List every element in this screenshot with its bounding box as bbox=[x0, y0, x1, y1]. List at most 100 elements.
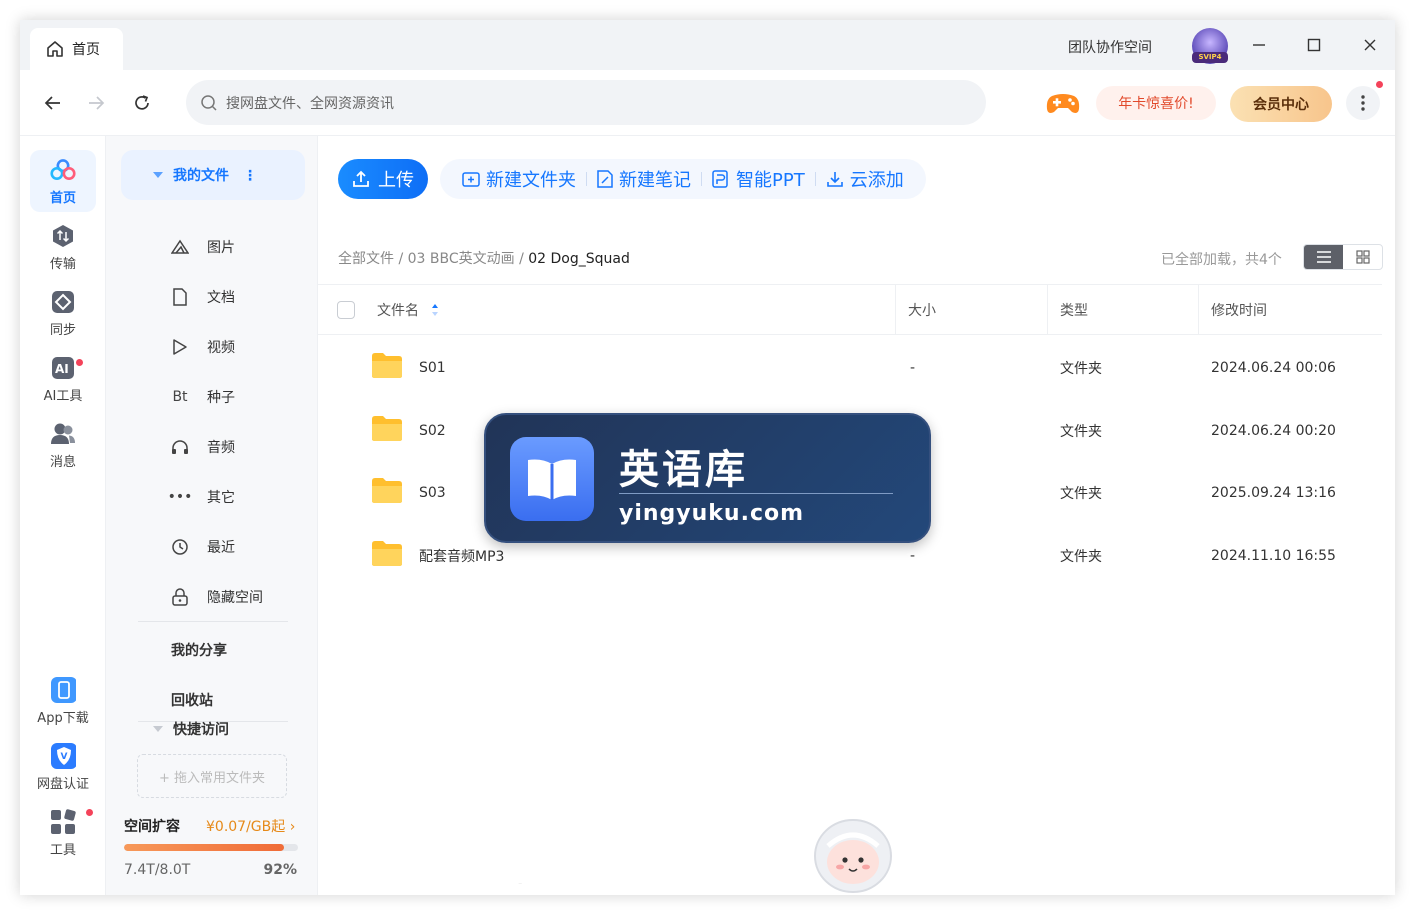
rail-label: 消息 bbox=[49, 454, 76, 470]
new-folder-icon bbox=[462, 172, 480, 187]
sidebar-item-images[interactable]: 图片 bbox=[170, 232, 235, 262]
document-icon bbox=[170, 287, 190, 307]
my-files-menu-icon[interactable]: ⋮ bbox=[243, 168, 257, 184]
breadcrumb-root[interactable]: 全部文件 bbox=[338, 251, 394, 267]
breadcrumb-current: 02 Dog_Squad bbox=[528, 251, 630, 267]
new-note-button[interactable]: 新建笔记 bbox=[587, 166, 701, 192]
smart-ppt-button[interactable]: 智能PPT bbox=[702, 166, 815, 192]
sync-icon bbox=[50, 289, 76, 315]
forward-button[interactable] bbox=[83, 90, 109, 116]
grid-view-button[interactable] bbox=[1343, 245, 1382, 269]
cloud-home-icon bbox=[50, 157, 76, 183]
upload-label: 上传 bbox=[378, 170, 414, 191]
list-view-button[interactable] bbox=[1304, 245, 1343, 269]
folder-icon bbox=[372, 353, 402, 378]
rail-item-transfer[interactable]: 传输 bbox=[30, 216, 96, 278]
quick-access-dropzone[interactable]: + 拖入常用文件夹 bbox=[137, 754, 287, 798]
vip-center-button[interactable]: 会员中心 bbox=[1230, 86, 1332, 122]
file-list-area: 上传 新建文件夹 新建笔记 智能PPT 云添加 全部文件 / 03 BBC英文动… bbox=[318, 136, 1395, 895]
file-size: - bbox=[910, 359, 916, 376]
sidebar-item-torrent[interactable]: Bt 种子 bbox=[170, 382, 235, 412]
new-note-label: 新建笔记 bbox=[619, 170, 691, 191]
sidebar-item-audio[interactable]: 音频 bbox=[170, 432, 235, 462]
rail-item-home[interactable]: 首页 bbox=[30, 150, 96, 212]
mascot-icon[interactable] bbox=[808, 816, 898, 895]
minimize-icon bbox=[1253, 44, 1265, 46]
action-toolbar: 上传 新建文件夹 新建笔记 智能PPT 云添加 bbox=[338, 158, 926, 200]
maximize-button[interactable] bbox=[1303, 34, 1325, 56]
file-type: 文件夹 bbox=[1060, 423, 1102, 440]
note-icon bbox=[597, 170, 613, 188]
rail-item-verify[interactable]: V 网盘认证 bbox=[30, 736, 96, 798]
search-icon bbox=[201, 94, 217, 111]
file-modified: 2024.06.24 00:06 bbox=[1211, 359, 1336, 376]
cloud-add-button[interactable]: 云添加 bbox=[816, 166, 914, 192]
more-vertical-icon bbox=[1361, 95, 1365, 111]
torrent-icon: Bt bbox=[172, 389, 188, 405]
sidebar-item-hidden-space[interactable]: 隐藏空间 bbox=[170, 582, 263, 612]
gamepad-icon[interactable] bbox=[1046, 90, 1080, 116]
storage-progress-bar bbox=[124, 844, 298, 851]
tab-home[interactable]: 首页 bbox=[30, 28, 123, 70]
space-price-link[interactable]: ¥0.07/GB起 › bbox=[206, 816, 295, 836]
breadcrumb-level1[interactable]: 03 BBC英文动画 bbox=[408, 251, 515, 267]
home-icon bbox=[47, 41, 63, 57]
ai-tools-dot bbox=[75, 358, 84, 367]
sidebar-item-documents[interactable]: 文档 bbox=[170, 282, 235, 312]
app-window: 首页 团队协作空间 SVIP4 搜网盘文件、全网资源资讯 年卡惊喜价! 会员中心… bbox=[20, 20, 1395, 895]
svg-text:AI: AI bbox=[55, 362, 69, 376]
watermark-ghost: - bbox=[518, 876, 523, 890]
column-filename[interactable]: 文件名 bbox=[377, 285, 439, 334]
sort-icon bbox=[432, 303, 438, 316]
table-row[interactable]: S01 - 文件夹 2024.06.24 00:06 bbox=[318, 336, 1382, 399]
more-menu-button[interactable] bbox=[1346, 86, 1380, 120]
rail-item-ai-tools[interactable]: AI AI工具 bbox=[30, 348, 96, 410]
phone-icon bbox=[50, 676, 76, 703]
file-type: 文件夹 bbox=[1060, 548, 1102, 565]
quick-access-header[interactable]: 快捷访问 bbox=[153, 719, 229, 739]
load-status: 已全部加载，共4个 bbox=[1161, 252, 1282, 268]
column-size[interactable]: 大小 bbox=[908, 285, 936, 334]
file-name[interactable]: S01 bbox=[419, 336, 446, 399]
rail-item-app-download[interactable]: App下载 bbox=[30, 670, 96, 732]
refresh-button[interactable] bbox=[129, 90, 155, 116]
file-name[interactable]: S02 bbox=[419, 399, 446, 462]
space-expand-label: 空间扩容 bbox=[124, 819, 180, 835]
refresh-icon bbox=[135, 95, 149, 110]
notification-dot bbox=[1375, 80, 1384, 89]
my-files-item[interactable]: 我的文件 ⋮ bbox=[121, 150, 305, 200]
my-share-link[interactable]: 我的分享 bbox=[171, 640, 227, 660]
sidebar-item-label: 图片 bbox=[207, 240, 235, 256]
recycle-bin-link[interactable]: 回收站 bbox=[171, 690, 213, 710]
upload-button[interactable]: 上传 bbox=[338, 159, 428, 199]
new-folder-button[interactable]: 新建文件夹 bbox=[452, 166, 586, 192]
rail-label: 工具 bbox=[49, 842, 76, 858]
video-icon bbox=[170, 337, 190, 357]
expand-caret-icon bbox=[153, 172, 163, 178]
annual-card-promo[interactable]: 年卡惊喜价! bbox=[1096, 86, 1216, 120]
team-space-link[interactable]: 团队协作空间 bbox=[1068, 37, 1152, 57]
watermark-divider bbox=[619, 493, 893, 494]
storage-usage-percent: 92% bbox=[263, 862, 297, 878]
column-type[interactable]: 类型 bbox=[1060, 285, 1088, 334]
column-modified[interactable]: 修改时间 bbox=[1211, 285, 1267, 334]
rail-item-sync[interactable]: 同步 bbox=[30, 282, 96, 344]
rail-label: 传输 bbox=[49, 256, 76, 272]
folder-icon bbox=[372, 478, 402, 503]
minimize-button[interactable] bbox=[1248, 34, 1270, 56]
sidebar-item-other[interactable]: ••• 其它 bbox=[168, 482, 235, 512]
image-icon bbox=[170, 237, 190, 257]
close-button[interactable] bbox=[1359, 34, 1381, 56]
my-files-label: 我的文件 bbox=[173, 168, 229, 184]
lock-icon bbox=[170, 587, 190, 607]
rail-item-messages[interactable]: 消息 bbox=[30, 414, 96, 476]
watermark-title: 英语库 bbox=[619, 447, 748, 493]
file-name[interactable]: S03 bbox=[419, 461, 446, 524]
sidebar-item-video[interactable]: 视频 bbox=[170, 332, 235, 362]
sidebar-item-recent[interactable]: 最近 bbox=[170, 532, 235, 562]
breadcrumb-separator: / bbox=[394, 251, 408, 267]
recent-icon bbox=[170, 537, 190, 557]
back-button[interactable] bbox=[40, 90, 66, 116]
search-input[interactable]: 搜网盘文件、全网资源资讯 bbox=[186, 80, 986, 125]
select-all-checkbox[interactable] bbox=[337, 301, 355, 319]
